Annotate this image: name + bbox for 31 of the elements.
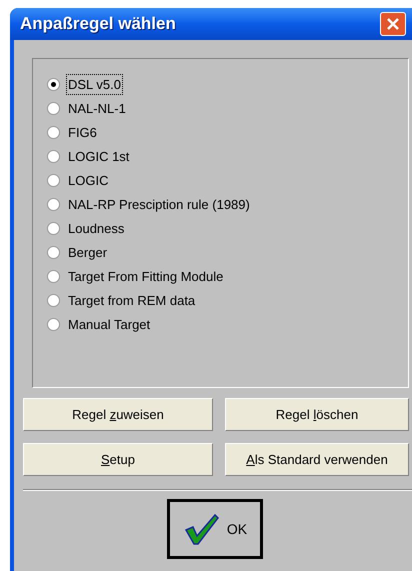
action-button[interactable]: Regel zuweisen — [23, 398, 213, 431]
close-icon — [386, 17, 400, 31]
radio-button[interactable] — [47, 270, 60, 283]
rule-radio[interactable]: Target From Fitting Module — [47, 267, 408, 286]
ok-button[interactable]: OK — [167, 499, 263, 559]
action-button[interactable]: Regel löschen — [225, 398, 409, 431]
radio-button[interactable] — [47, 174, 60, 187]
radio-button[interactable] — [47, 318, 60, 331]
rule-radio[interactable]: DSL v5.0 — [47, 75, 408, 94]
rule-radio[interactable]: Berger — [47, 243, 408, 262]
action-button[interactable]: Als Standard verwenden — [225, 443, 409, 476]
radio-button[interactable] — [47, 246, 60, 259]
checkmark-icon — [182, 512, 219, 546]
radio-button[interactable] — [47, 150, 60, 163]
radio-button[interactable] — [47, 126, 60, 139]
rule-radio[interactable]: NAL-RP Presciption rule (1989) — [47, 195, 408, 214]
close-button[interactable] — [380, 12, 406, 36]
action-button[interactable]: Setup — [23, 443, 213, 476]
rule-radio[interactable]: LOGIC — [47, 171, 408, 190]
window-title: Anpaßregel wählen — [20, 13, 176, 36]
rule-radio[interactable]: LOGIC 1st — [47, 147, 408, 166]
rule-radio[interactable]: NAL-NL-1 — [47, 99, 408, 118]
radio-button[interactable] — [47, 222, 60, 235]
rule-radio[interactable]: FIG6 — [47, 123, 408, 142]
rule-radio[interactable]: Target from REM data — [47, 291, 408, 310]
radio-button[interactable] — [47, 102, 60, 115]
radio-button[interactable] — [47, 198, 60, 211]
rule-radio[interactable]: Loudness — [47, 219, 408, 238]
rule-radio[interactable]: Manual Target — [47, 315, 408, 334]
radio-button[interactable] — [47, 78, 60, 91]
radio-button[interactable] — [47, 294, 60, 307]
